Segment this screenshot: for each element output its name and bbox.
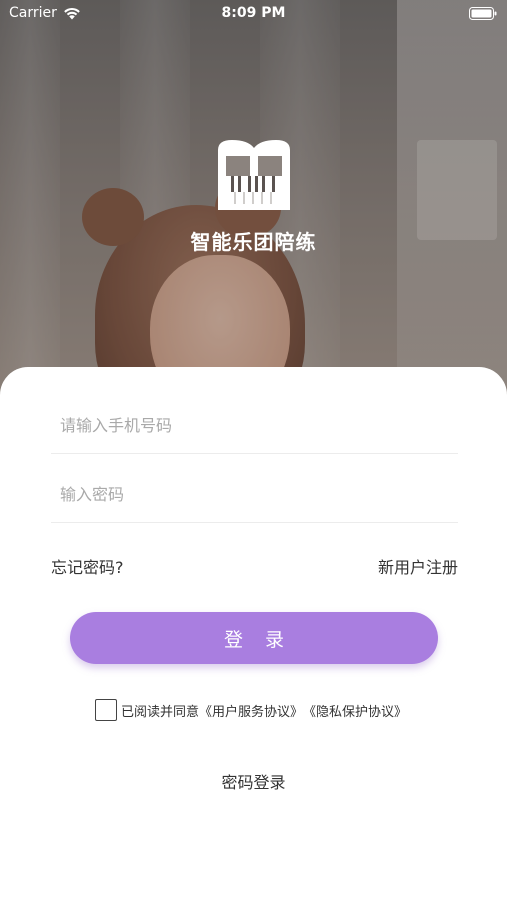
agreement-prefix: 已阅读并同意 xyxy=(121,704,200,720)
login-card: 忘记密码? 新用户注册 登 录 已阅读并同意 《用户服务协议》 《隐私保护协议》… xyxy=(0,367,507,900)
phone-input[interactable] xyxy=(51,398,458,453)
user-agreement-link[interactable]: 《用户服务协议》 xyxy=(199,701,303,720)
register-link[interactable]: 新用户注册 xyxy=(378,554,458,578)
app-logo-block: 智能乐团陪练 xyxy=(0,138,507,255)
app-name: 智能乐团陪练 xyxy=(190,230,317,254)
login-button[interactable]: 登 录 xyxy=(70,612,438,664)
agreement-checkbox[interactable] xyxy=(95,699,117,721)
privacy-agreement-link[interactable]: 《隐私保护协议》 xyxy=(303,701,407,720)
status-time: 8:09 PM xyxy=(221,5,286,21)
password-field xyxy=(51,467,458,523)
forgot-password-link[interactable]: 忘记密码? xyxy=(51,554,124,578)
battery-icon xyxy=(469,7,497,20)
switch-login-mode-link[interactable]: 密码登录 xyxy=(0,769,507,793)
piano-book-logo-icon xyxy=(217,140,290,210)
password-input[interactable] xyxy=(51,467,458,522)
phone-field xyxy=(51,398,458,454)
agreement-row: 已阅读并同意 《用户服务协议》 《隐私保护协议》 xyxy=(95,699,407,721)
status-bar: Carrier 8:09 PM xyxy=(0,0,507,28)
